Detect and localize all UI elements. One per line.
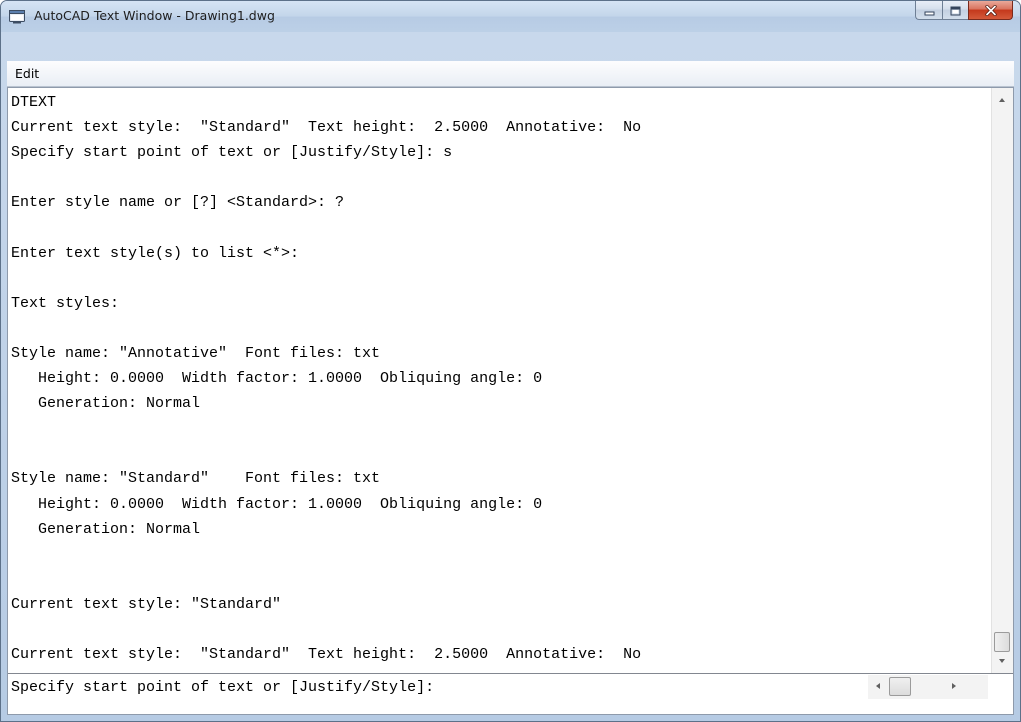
vertical-scrollbar[interactable] <box>991 88 1013 673</box>
minimize-icon <box>924 1 935 20</box>
scroll-right-arrow-icon[interactable] <box>952 683 956 689</box>
history-line: Current text style: "Standard" Text heig… <box>11 646 642 664</box>
scroll-down-arrow-icon[interactable] <box>999 659 1005 663</box>
history-line <box>11 567 987 592</box>
close-icon <box>984 1 997 20</box>
command-line[interactable]: Specify start point of text or [Justify/… <box>8 673 1013 714</box>
history-line <box>11 441 987 466</box>
history-line: Style name: "Annotative" Font files: txt <box>11 344 381 362</box>
history-line <box>11 266 987 291</box>
history-line <box>11 165 987 190</box>
title-bar[interactable]: AutoCAD Text Window - Drawing1.dwg <box>1 1 1020 32</box>
history-line: Current text style: "Standard" <box>11 595 282 613</box>
menu-bar: Edit <box>7 61 1014 87</box>
vertical-scroll-thumb[interactable] <box>994 632 1010 652</box>
command-prompt[interactable]: Specify start point of text or [Justify/… <box>11 675 443 700</box>
history-line: Enter text style(s) to list <*>: <box>11 244 300 262</box>
history-line: Enter style name or [?] <Standard>: ? <box>11 194 345 212</box>
menu-edit[interactable]: Edit <box>15 66 39 81</box>
history-line <box>11 542 987 567</box>
history-line: Text styles: <box>11 294 120 312</box>
history-line <box>11 617 987 642</box>
horizontal-scrollbar[interactable] <box>868 675 988 699</box>
caption-buttons <box>915 1 1013 21</box>
history-line: Generation: Normal <box>11 395 201 413</box>
history-line <box>11 316 987 341</box>
window-title: AutoCAD Text Window - Drawing1.dwg <box>34 8 275 23</box>
scroll-left-arrow-icon[interactable] <box>876 683 880 689</box>
history-line: Height: 0.0000 Width factor: 1.0000 Obli… <box>11 495 543 513</box>
command-history[interactable]: DTEXT Current text style: "Standard" Text… <box>11 90 987 668</box>
maximize-icon <box>950 1 961 20</box>
history-line: Specify start point of text or [Justify/… <box>11 144 453 162</box>
history-line: Current text style: "Standard" Text heig… <box>11 119 642 137</box>
maximize-button[interactable] <box>942 1 968 20</box>
autocad-window-icon[interactable] <box>9 9 25 24</box>
history-line: DTEXT <box>11 94 57 111</box>
close-button[interactable] <box>968 1 1013 20</box>
minimize-button[interactable] <box>915 1 942 20</box>
horizontal-scroll-thumb[interactable] <box>889 677 911 696</box>
scroll-up-arrow-icon[interactable] <box>999 98 1005 102</box>
history-line <box>11 215 987 240</box>
history-line <box>11 416 987 441</box>
autocad-text-window: AutoCAD Text Window - Drawing1.dwg Edit … <box>0 0 1021 722</box>
history-line: Style name: "Standard" Font files: txt <box>11 470 381 488</box>
text-area: DTEXT Current text style: "Standard" Text… <box>7 87 1014 715</box>
history-line: Height: 0.0000 Width factor: 1.0000 Obli… <box>11 370 543 388</box>
history-line: Generation: Normal <box>11 520 201 538</box>
